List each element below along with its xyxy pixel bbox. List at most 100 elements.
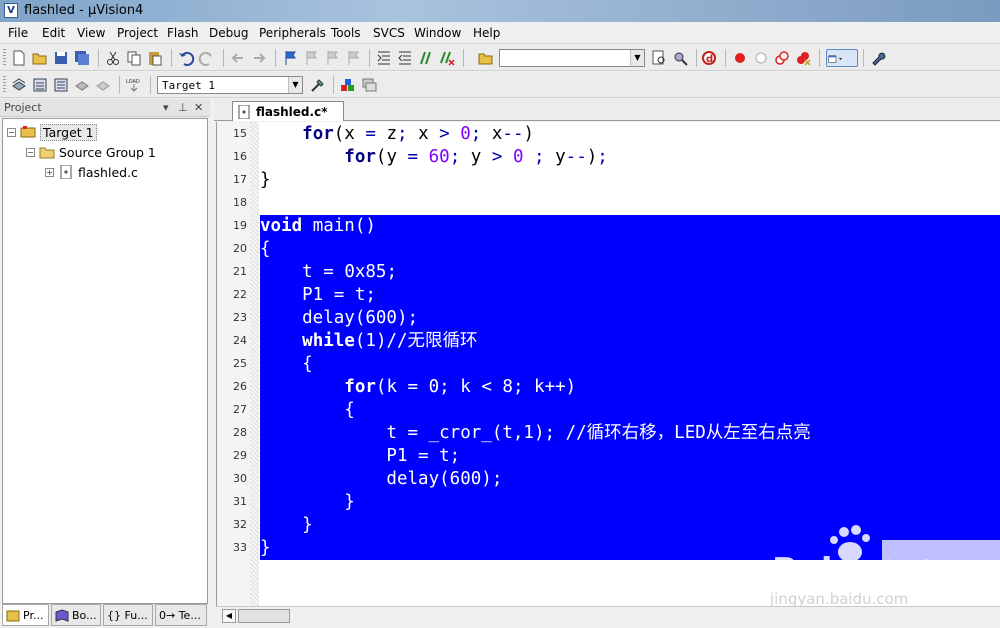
code-text[interactable]: for(k = 0; k < 8; k++): [260, 376, 1000, 399]
code-text[interactable]: P1 = t;: [260, 284, 1000, 307]
code-text[interactable]: delay(600);: [260, 307, 1000, 330]
code-text[interactable]: void main(): [260, 215, 1000, 238]
incremental-find-icon[interactable]: [671, 49, 689, 67]
code-text[interactable]: }: [260, 537, 1000, 560]
uncomment-icon[interactable]: [438, 49, 456, 67]
kill-all-breakpoints-icon[interactable]: [794, 49, 812, 67]
target-select[interactable]: Target 1 ▼: [157, 76, 303, 94]
open-folder-icon[interactable]: [31, 49, 49, 67]
redo-icon[interactable]: [198, 49, 216, 67]
code-line[interactable]: 16 for(y = 60; y > 0 ; y--);: [217, 145, 1000, 168]
rebuild-icon[interactable]: [52, 76, 70, 94]
manage-components-icon[interactable]: [339, 76, 357, 94]
indent-icon[interactable]: [375, 49, 393, 67]
code-line[interactable]: 15 for(x = z; x > 0; x--): [217, 122, 1000, 145]
toolbar-grip[interactable]: [3, 76, 6, 94]
toolbar-grip[interactable]: [3, 49, 6, 67]
build-icon[interactable]: [31, 76, 49, 94]
code-editor[interactable]: 15 for(x = z; x > 0; x--) 16 for(y = 60; …: [216, 122, 1000, 606]
project-tree[interactable]: − Target 1 − Source Group 1 + flashled.c: [2, 118, 208, 604]
enable-breakpoint-icon[interactable]: [752, 49, 770, 67]
menu-window[interactable]: Window: [414, 26, 461, 40]
debug-session-icon[interactable]: d: [701, 49, 719, 67]
scroll-left-icon[interactable]: ◀: [222, 609, 236, 623]
code-line[interactable]: 31 }: [217, 490, 1000, 514]
save-all-icon[interactable]: [73, 49, 91, 67]
code-line[interactable]: 27 {: [217, 398, 1000, 422]
insert-breakpoint-icon[interactable]: [731, 49, 749, 67]
cut-icon[interactable]: [104, 49, 122, 67]
tree-item-target[interactable]: − Target 1: [7, 123, 97, 141]
code-line[interactable]: 21 t = 0x85;: [217, 260, 1000, 284]
code-line[interactable]: 22 P1 = t;: [217, 283, 1000, 307]
code-line[interactable]: 28 t = _cror_(t,1); //循环右移，LED从左至右点亮: [217, 421, 1000, 445]
target-options-icon[interactable]: [309, 76, 327, 94]
next-bookmark-icon[interactable]: [323, 49, 341, 67]
clear-bookmarks-icon[interactable]: [344, 49, 362, 67]
code-text[interactable]: delay(600);: [260, 468, 1000, 491]
stop-build-icon[interactable]: [94, 76, 112, 94]
paste-icon[interactable]: [146, 49, 164, 67]
uvision-app-icon[interactable]: V: [4, 3, 18, 18]
menu-help[interactable]: Help: [473, 26, 500, 40]
new-file-icon[interactable]: [10, 49, 28, 67]
file-extensions-icon[interactable]: [360, 76, 378, 94]
menu-debug[interactable]: Debug: [209, 26, 248, 40]
code-text[interactable]: }: [260, 491, 1000, 514]
nav-back-icon[interactable]: [229, 49, 247, 67]
nav-forward-icon[interactable]: [250, 49, 268, 67]
code-line[interactable]: 33}: [217, 536, 1000, 560]
expand-toggle[interactable]: +: [45, 167, 54, 177]
horizontal-scrollbar[interactable]: ◀: [216, 606, 1000, 626]
panel-menu-icon[interactable]: ▾: [163, 101, 169, 114]
menu-svcs[interactable]: SVCS: [373, 26, 405, 40]
tab-books[interactable]: Bo...: [51, 604, 101, 626]
unindent-icon[interactable]: [396, 49, 414, 67]
find-in-files-icon[interactable]: [477, 49, 495, 67]
code-text[interactable]: P1 = t;: [260, 445, 1000, 468]
tree-item-file[interactable]: + flashled.c: [45, 163, 138, 181]
code-text[interactable]: }: [260, 514, 1000, 537]
find-combo[interactable]: ▼: [499, 49, 645, 67]
tab-flashled-c[interactable]: flashled.c*: [232, 101, 344, 121]
menu-edit[interactable]: Edit: [42, 26, 65, 40]
bookmark-icon[interactable]: [281, 49, 299, 67]
prev-bookmark-icon[interactable]: [302, 49, 320, 67]
menu-project[interactable]: Project: [117, 26, 158, 40]
code-text[interactable]: t = 0x85;: [260, 261, 1000, 284]
collapse-toggle[interactable]: −: [7, 127, 16, 137]
close-icon[interactable]: ✕: [194, 101, 203, 114]
code-line[interactable]: 24 while(1)//无限循环: [217, 329, 1000, 353]
code-line[interactable]: 18: [217, 191, 1000, 214]
tab-functions[interactable]: {} Fu...: [103, 604, 153, 626]
code-line[interactable]: 20 {: [217, 237, 1000, 261]
menu-view[interactable]: View: [77, 26, 105, 40]
batch-build-icon[interactable]: [73, 76, 91, 94]
tab-templates[interactable]: 0→ Te...: [155, 604, 207, 626]
download-load-icon[interactable]: LOAD: [125, 76, 143, 94]
code-line[interactable]: 25 {: [217, 352, 1000, 376]
comment-icon[interactable]: [417, 49, 435, 67]
code-text[interactable]: {: [260, 353, 1000, 376]
chevron-down-icon[interactable]: ▼: [630, 50, 644, 66]
code-text[interactable]: for(y = 60; y > 0 ; y--);: [260, 146, 608, 169]
chevron-down-icon[interactable]: ▼: [288, 77, 302, 93]
save-icon[interactable]: [52, 49, 70, 67]
code-line[interactable]: 26 for(k = 0; k < 8; k++): [217, 375, 1000, 399]
code-line[interactable]: 32 }: [217, 513, 1000, 537]
undo-icon[interactable]: [177, 49, 195, 67]
find-icon[interactable]: [650, 49, 668, 67]
code-line[interactable]: 29 P1 = t;: [217, 444, 1000, 468]
tree-item-source-group[interactable]: − Source Group 1: [26, 143, 156, 161]
menu-peripherals[interactable]: Peripherals: [259, 26, 326, 40]
code-text[interactable]: t = _cror_(t,1); //循环右移，LED从左至右点亮: [260, 422, 1000, 445]
disable-all-breakpoints-icon[interactable]: [773, 49, 791, 67]
window-layout-icon[interactable]: [826, 49, 858, 67]
code-text[interactable]: for(x = z; x > 0; x--): [260, 123, 534, 146]
code-text[interactable]: {: [260, 238, 1000, 261]
tab-project[interactable]: Pr...: [2, 604, 49, 626]
collapse-toggle[interactable]: −: [26, 147, 35, 157]
code-line[interactable]: 17}: [217, 168, 1000, 191]
configure-wrench-icon[interactable]: [869, 49, 887, 67]
pin-icon[interactable]: ⊥: [178, 101, 188, 114]
